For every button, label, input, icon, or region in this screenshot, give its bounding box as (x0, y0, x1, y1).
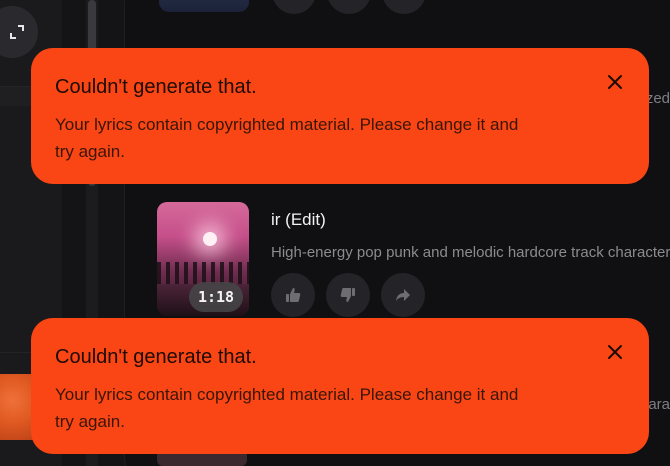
truncated-description-peek: zed (645, 90, 670, 107)
toast-close-button[interactable] (603, 340, 627, 364)
expand-icon (10, 25, 24, 39)
cover-light (203, 232, 217, 246)
error-toast: Couldn't generate that. Your lyrics cont… (31, 48, 649, 184)
previous-song-cover[interactable] (159, 0, 249, 12)
toast-title: Couldn't generate that. (55, 76, 257, 98)
thumbs-up-icon (286, 288, 301, 302)
song-duration-badge: 1:18 (189, 282, 243, 312)
toast-title: Couldn't generate that. (55, 346, 257, 368)
like-button[interactable] (271, 273, 315, 317)
close-icon (608, 75, 622, 89)
share-arrow-icon (396, 289, 410, 301)
song-description: High-energy pop punk and melodic hardcor… (271, 244, 670, 261)
truncated-description-peek: ara (648, 396, 670, 413)
song-title[interactable]: ir (Edit) (271, 210, 326, 230)
toast-message: Your lyrics contain copyrighted material… (55, 115, 519, 161)
dislike-button[interactable] (326, 273, 370, 317)
error-toast: Couldn't generate that. Your lyrics cont… (31, 318, 649, 454)
app-stage: zed 1:18 ir (Edit) High-energy pop punk … (0, 0, 670, 466)
toast-close-button[interactable] (603, 70, 627, 94)
toast-message: Your lyrics contain copyrighted material… (55, 385, 519, 431)
cover-crowd (157, 262, 249, 284)
close-icon (608, 345, 622, 359)
thumbs-down-icon (340, 288, 355, 302)
share-button[interactable] (381, 273, 425, 317)
